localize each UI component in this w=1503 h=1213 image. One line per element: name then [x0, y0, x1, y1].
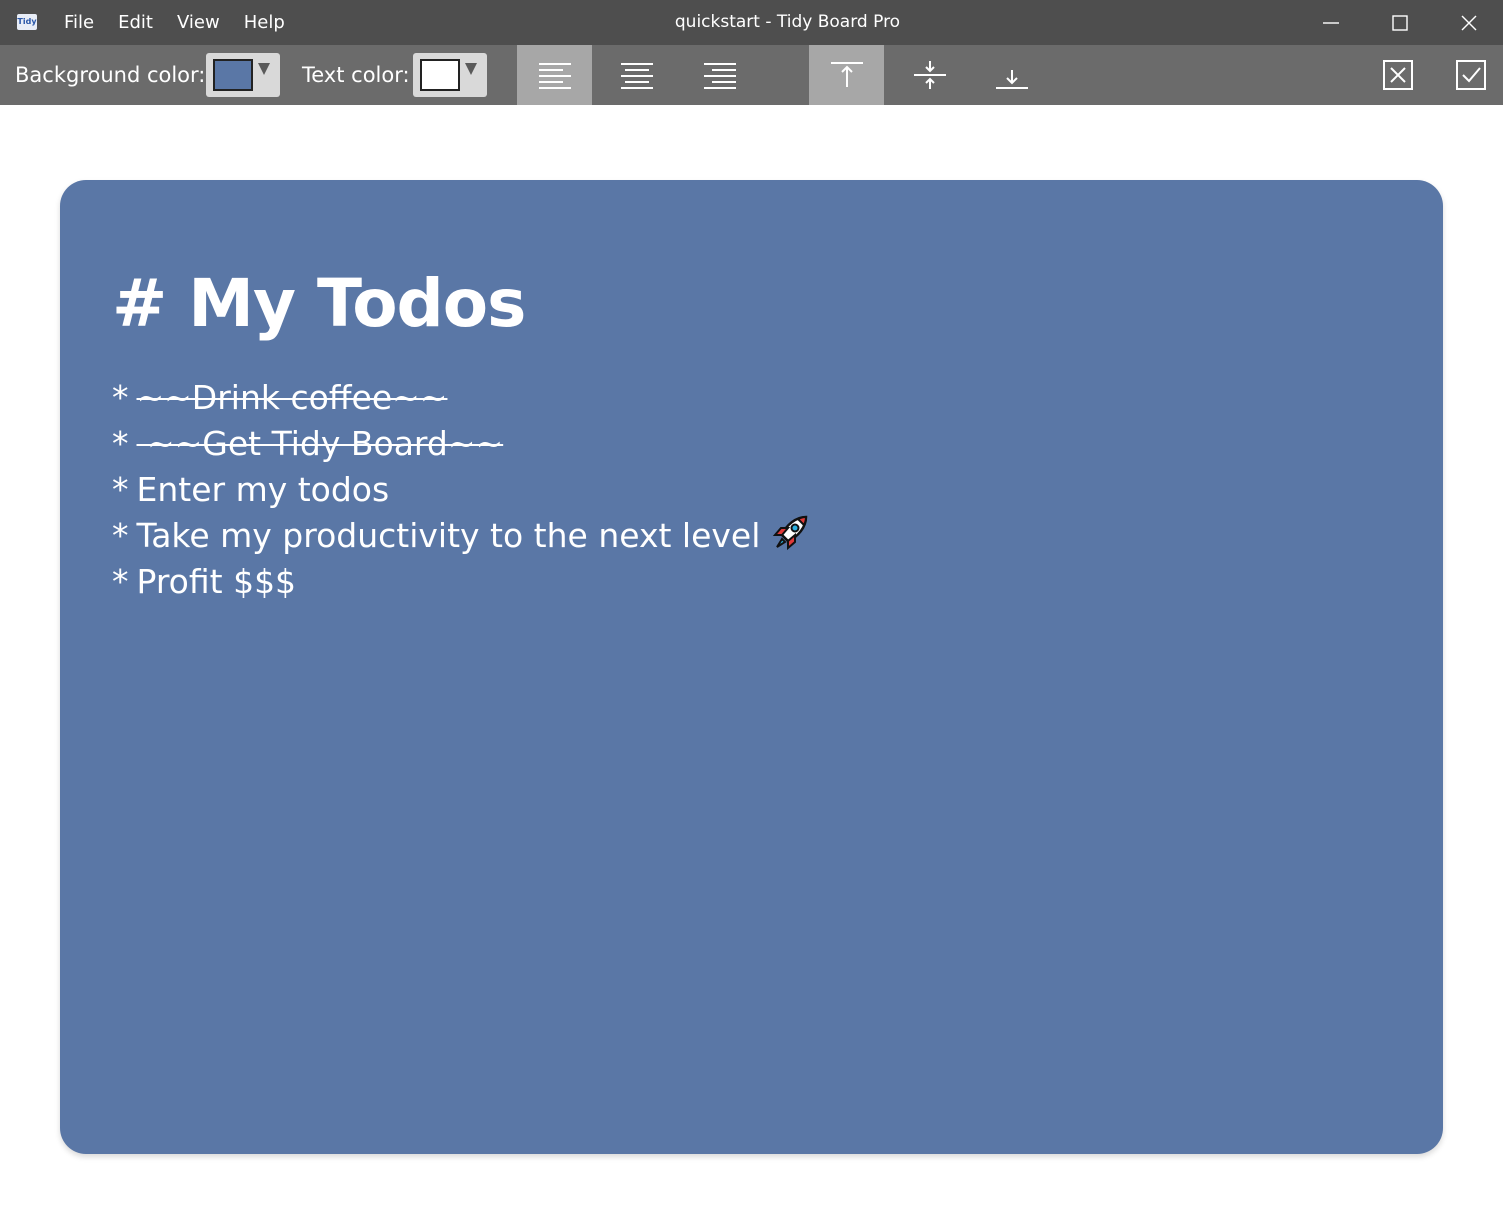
align-middle-icon [913, 61, 946, 89]
list-item: * ~~Drink coffee~~ [112, 375, 810, 421]
close-window-button[interactable] [1435, 0, 1503, 45]
list-item: * Enter my todos [112, 467, 810, 513]
window-title: quickstart - Tidy Board Pro [674, 12, 901, 32]
cancel-box-icon [1382, 60, 1413, 90]
dropdown-arrow-icon [258, 63, 270, 75]
align-center-button[interactable] [599, 45, 674, 105]
text-color-picker[interactable] [413, 53, 487, 97]
align-left-icon [538, 63, 571, 89]
list-item: * ~~Get Tidy Board~~ [112, 421, 810, 467]
minimize-button[interactable] [1297, 0, 1365, 45]
align-bottom-icon [995, 70, 1028, 89]
align-top-icon [830, 62, 863, 87]
menu-file[interactable]: File [52, 0, 106, 45]
title-bar: Tidy File Edit View Help quickstart - Ti… [0, 0, 1503, 45]
align-middle-button[interactable] [892, 45, 967, 105]
note-heading: # My Todos [112, 265, 526, 342]
list-bullet: * [112, 470, 129, 509]
menu-help[interactable]: Help [232, 0, 297, 45]
rocket-icon [770, 513, 810, 565]
align-left-button[interactable] [517, 45, 592, 105]
app-logo-icon: Tidy [17, 14, 37, 30]
background-color-swatch [213, 59, 253, 91]
list-item-text: Profit $$$ [136, 562, 297, 601]
align-top-button[interactable] [809, 45, 884, 105]
list-bullet: * [112, 424, 129, 463]
background-color-picker[interactable] [206, 53, 280, 97]
align-right-button[interactable] [682, 45, 757, 105]
text-color-label: Text color: [302, 63, 410, 87]
list-bullet: * [112, 562, 129, 601]
formatting-toolbar: Background color: Text color: [0, 45, 1503, 105]
dropdown-arrow-icon [465, 63, 477, 75]
align-right-icon [703, 63, 736, 89]
menu-edit[interactable]: Edit [106, 0, 165, 45]
confirm-check-icon [1455, 60, 1486, 90]
list-item-text: Enter my todos [136, 470, 390, 509]
todo-list: * ~~Drink coffee~~ * ~~Get Tidy Board~~ *… [112, 375, 810, 605]
menu-bar: File Edit View Help [52, 0, 297, 45]
maximize-icon [1392, 14, 1408, 31]
menu-view[interactable]: View [165, 0, 232, 45]
list-item-text: ~~Get Tidy Board~~ [136, 424, 504, 463]
list-bullet: * [112, 378, 129, 417]
list-item-text: Take my productivity to the next level [136, 516, 761, 555]
minimize-icon [1323, 21, 1339, 24]
align-center-icon [620, 63, 653, 89]
close-icon [1461, 15, 1477, 30]
list-item: * Profit $$$ [112, 559, 810, 605]
list-bullet: * [112, 516, 129, 555]
list-item-text: ~~Drink coffee~~ [136, 378, 448, 417]
maximize-button[interactable] [1366, 0, 1434, 45]
note-board[interactable]: # My Todos * ~~Drink coffee~~ * ~~Get Tid… [60, 180, 1443, 1154]
text-color-swatch [420, 59, 460, 91]
align-bottom-button[interactable] [974, 45, 1049, 105]
cancel-button[interactable] [1360, 45, 1435, 105]
confirm-button[interactable] [1433, 45, 1503, 105]
background-color-label: Background color: [15, 63, 206, 87]
list-item: * Take my productivity to the next level [112, 513, 810, 559]
